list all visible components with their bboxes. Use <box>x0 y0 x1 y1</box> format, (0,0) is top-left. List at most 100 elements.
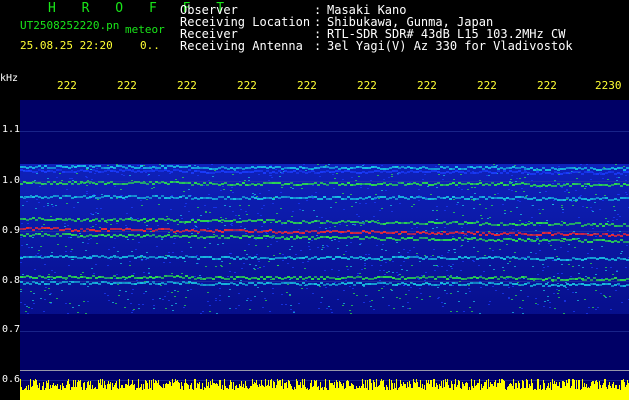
band-pixel <box>380 196 383 198</box>
noise-pixel <box>215 300 217 301</box>
band-pixel <box>257 183 260 185</box>
meteor-bar <box>419 387 420 400</box>
band-pixel <box>179 196 182 198</box>
band-pixel <box>278 231 281 233</box>
time-tick: 222 <box>297 79 317 92</box>
band-pixel <box>491 277 494 279</box>
band-pixel <box>293 238 296 240</box>
noise-pixel <box>301 188 303 189</box>
noise-pixel <box>27 313 29 314</box>
band-pixel <box>155 167 158 169</box>
band-pixel <box>554 171 557 173</box>
band-pixel <box>101 218 104 220</box>
noise-pixel <box>598 183 600 184</box>
noise-pixel <box>591 267 593 268</box>
band-pixel <box>479 257 482 259</box>
noise-pixel <box>264 298 266 299</box>
band-pixel <box>371 283 374 285</box>
meteor-bar <box>545 390 546 400</box>
band-pixel <box>326 276 329 278</box>
band-pixel <box>26 233 29 235</box>
noise-pixel <box>515 181 517 182</box>
band-pixel <box>266 235 269 237</box>
band-pixel <box>560 233 563 235</box>
band-pixel <box>503 170 506 172</box>
band-pixel <box>80 283 83 285</box>
noise-pixel <box>493 269 495 270</box>
noise-pixel <box>398 252 400 253</box>
band-pixel <box>383 182 386 184</box>
time-tick: 222 <box>357 79 377 92</box>
band-pixel <box>362 198 365 200</box>
meteor-bar <box>79 381 80 400</box>
band-pixel <box>86 170 89 172</box>
band-pixel <box>530 278 533 280</box>
meteor-bar <box>259 384 260 400</box>
meteor-bar <box>92 385 93 400</box>
band-pixel <box>413 233 416 235</box>
band-pixel <box>98 220 101 222</box>
noise-pixel <box>96 168 98 169</box>
noise-pixel <box>410 287 412 288</box>
meteor-bar <box>146 381 147 400</box>
band-pixel <box>293 231 296 233</box>
band-pixel <box>113 195 116 197</box>
meteor-bar <box>242 387 243 400</box>
band-pixel <box>209 168 212 170</box>
noise-pixel <box>450 311 452 312</box>
band-pixel <box>614 168 617 170</box>
noise-pixel <box>146 225 148 226</box>
band-pixel <box>503 277 506 279</box>
noise-pixel <box>85 313 87 314</box>
noise-pixel <box>561 264 563 265</box>
noise-pixel <box>471 199 473 200</box>
meteor-bar <box>232 389 233 400</box>
band-pixel <box>542 285 545 287</box>
band-pixel <box>545 257 548 259</box>
band-pixel <box>314 283 317 285</box>
band-pixel <box>551 167 554 169</box>
meteor-bar <box>114 385 115 400</box>
band-pixel <box>203 284 206 286</box>
band-pixel <box>65 228 68 230</box>
band-pixel <box>434 170 437 172</box>
band-pixel <box>164 219 167 221</box>
noise-pixel <box>392 261 394 262</box>
band-pixel <box>383 276 386 278</box>
noise-pixel <box>460 246 462 247</box>
meteor-bar <box>422 384 423 400</box>
band-pixel <box>362 171 365 173</box>
noise-pixel <box>502 267 504 268</box>
meteor-bar <box>515 383 516 400</box>
band-pixel <box>146 167 149 169</box>
band-pixel <box>584 198 587 200</box>
meteor-bar <box>161 387 162 400</box>
band-pixel <box>401 166 404 168</box>
band-pixel <box>359 172 362 174</box>
band-pixel <box>236 276 239 278</box>
meteor-bar <box>513 379 514 400</box>
noise-pixel <box>87 180 89 181</box>
noise-pixel <box>510 179 512 180</box>
band-pixel <box>326 220 329 222</box>
noise-pixel <box>68 265 70 266</box>
band-pixel <box>377 258 380 260</box>
band-pixel <box>131 255 134 257</box>
noise-pixel <box>197 175 199 176</box>
noise-pixel <box>196 227 198 228</box>
band-pixel <box>308 283 311 285</box>
noise-pixel <box>582 280 584 281</box>
band-pixel <box>572 223 575 225</box>
meteor-bar <box>175 379 176 400</box>
meteor-bar <box>408 387 409 400</box>
band-pixel <box>23 235 26 237</box>
band-pixel <box>458 171 461 173</box>
band-pixel <box>404 172 407 174</box>
noise-pixel <box>26 201 28 202</box>
band-pixel <box>263 230 266 232</box>
band-pixel <box>158 218 161 220</box>
noise-pixel <box>104 293 106 294</box>
meteor-bar <box>45 388 46 400</box>
noise-pixel <box>573 200 575 201</box>
noise-pixel <box>191 233 193 234</box>
